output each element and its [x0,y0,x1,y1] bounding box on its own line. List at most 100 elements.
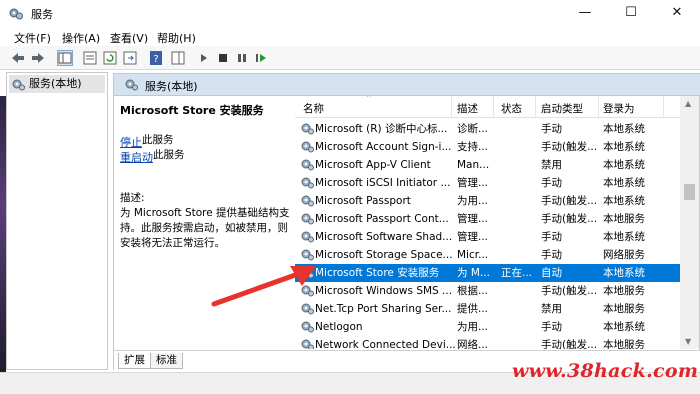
export-list-icon[interactable] [122,50,138,66]
refresh-icon[interactable] [102,50,118,66]
cell-status: 正在... [501,267,533,279]
start-service-icon[interactable] [196,50,212,66]
cell-desc: 为用... [457,321,489,333]
minimize-icon: — [578,5,592,20]
properties-icon[interactable] [82,50,98,66]
stop-service-icon[interactable] [215,50,231,66]
cell-startup: 手动 [541,249,562,261]
scroll-down-icon[interactable]: ▼ [685,337,691,346]
column-header-status[interactable]: 状态 [501,101,522,116]
window-title: 服务 [31,8,53,21]
table-row-selected[interactable]: Microsoft Store 安装服务 为 M... 正在... 自动 本地系统 [295,264,680,282]
scroll-up-icon[interactable]: ▲ [685,99,691,108]
cell-name: Network Connected Devi... [315,339,455,349]
table-row[interactable]: Network Connected Devi... 网络... 手动(触发... 本地… [295,336,680,349]
menu-action[interactable]: 操作(A) [62,30,100,46]
column-header-name[interactable]: 名称 [303,101,324,116]
gear-icon [301,159,314,171]
cell-startup: 手动 [541,321,562,333]
scrollbar-thumb[interactable] [684,184,695,200]
help-icon[interactable]: ? [148,50,164,66]
table-row[interactable]: Microsoft Passport Cont... 管理... 手动(触发... 本… [295,210,680,228]
cell-startup: 手动(触发... [541,213,598,225]
menu-help[interactable]: 帮助(H) [157,30,196,46]
cell-startup: 手动 [541,231,562,243]
cell-desc: 管理... [457,213,489,225]
cell-name: Microsoft Passport Cont... [315,213,449,225]
services-table: ⌃ 名称 描述 状态 启动类型 登录为 Microsoft (R) 诊断中心标.… [295,96,680,349]
table-row[interactable]: Microsoft (R) 诊断中心标... 诊断... 手动 本地系统 [295,120,680,138]
pane-header: 服务(本地) [114,74,700,96]
pause-service-icon[interactable] [234,50,250,66]
cell-name: Microsoft Storage Space... [315,249,453,261]
cell-logon: 本地系统 [603,123,645,135]
cell-desc: Man... [457,159,490,171]
restart-service-link[interactable]: 重启动 [120,149,153,165]
cell-startup: 禁用 [541,159,562,171]
table-row[interactable]: Net.Tcp Port Sharing Ser... 提供... 禁用 本地服务 [295,300,680,318]
selected-service-title: Microsoft Store 安装服务 [120,104,264,117]
close-button[interactable]: ✕ [654,0,700,27]
cell-logon: 本地服务 [603,303,645,315]
cell-name: Netlogon [315,321,363,333]
toolbar: ? [0,46,700,70]
cell-startup: 禁用 [541,303,562,315]
stop-service-link[interactable]: 停止 [120,134,142,150]
column-divider[interactable] [535,96,536,118]
cell-startup: 手动(触发... [541,195,598,207]
cell-name: Microsoft Store 安装服务 [315,267,440,279]
cell-desc: 提供... [457,303,489,315]
gear-icon [125,79,138,91]
restart-service-icon[interactable] [253,50,269,66]
cell-desc: 根据... [457,285,489,297]
tab-extended[interactable]: 扩展 [118,353,151,369]
show-action-pane-icon[interactable] [170,50,186,66]
table-row[interactable]: Microsoft Passport 为用... 手动(触发... 本地系统 [295,192,680,210]
table-row[interactable]: Netlogon 为用... 手动 本地系统 [295,318,680,336]
cell-name: Microsoft Account Sign-i... [315,141,452,153]
menu-file[interactable]: 文件(F) [14,30,51,46]
cell-desc: Micr... [457,249,489,261]
forward-icon[interactable] [30,50,46,66]
vertical-scrollbar[interactable]: ▲ ▼ [680,96,699,349]
table-row[interactable]: Microsoft Account Sign-i... 支持... 手动(触发...… [295,138,680,156]
column-divider[interactable] [663,96,664,118]
column-divider[interactable] [598,96,599,118]
service-description-panel: Microsoft Store 安装服务 停止 此服务 重启动 此服务 描述: … [120,102,298,249]
column-header-description[interactable]: 描述 [457,101,478,116]
close-icon: ✕ [671,5,683,20]
minimize-button[interactable]: — [562,0,608,27]
maximize-icon: ☐ [625,5,637,20]
table-row[interactable]: Microsoft Windows SMS ... 根据... 手动(触发... 本地… [295,282,680,300]
gear-icon [301,177,314,189]
cell-name: Net.Tcp Port Sharing Ser... [315,303,452,315]
column-divider[interactable] [451,96,452,118]
table-row[interactable]: Microsoft App-V Client Man... 禁用 本地系统 [295,156,680,174]
stop-link-suffix: 此服务 [142,134,174,146]
column-header-startup-type[interactable]: 启动类型 [541,101,583,116]
tree-item-services-local[interactable]: 服务(本地) [9,75,105,93]
console-tree: 服务(本地) [6,72,108,370]
menu-view[interactable]: 查看(V) [110,30,148,46]
table-row[interactable]: Microsoft iSCSI Initiator ... 管理... 手动 本地系统 [295,174,680,192]
services-app-icon [9,8,23,20]
show-tree-icon[interactable] [57,50,73,66]
cell-startup: 自动 [541,267,562,279]
table-row[interactable]: Microsoft Storage Space... Micr... 手动 网络服务 [295,246,680,264]
cell-startup: 手动 [541,123,562,135]
sort-ascending-icon: ⌃ [365,96,373,104]
tab-standard[interactable]: 标准 [150,353,183,369]
cell-logon: 本地系统 [603,159,645,171]
table-row[interactable]: Microsoft Software Shad... 管理... 手动 本地系统 [295,228,680,246]
column-divider[interactable] [493,96,494,118]
cell-logon: 本地服务 [603,213,645,225]
back-icon[interactable] [10,50,26,66]
cell-desc: 诊断... [457,123,489,135]
maximize-button[interactable]: ☐ [608,0,654,27]
cell-logon: 本地系统 [603,321,645,333]
column-header-logon-as[interactable]: 登录为 [603,101,635,116]
tree-item-label: 服务(本地) [29,77,82,90]
gear-icon [12,79,25,91]
cell-desc: 网络... [457,339,489,349]
cell-name: Microsoft iSCSI Initiator ... [315,177,451,189]
